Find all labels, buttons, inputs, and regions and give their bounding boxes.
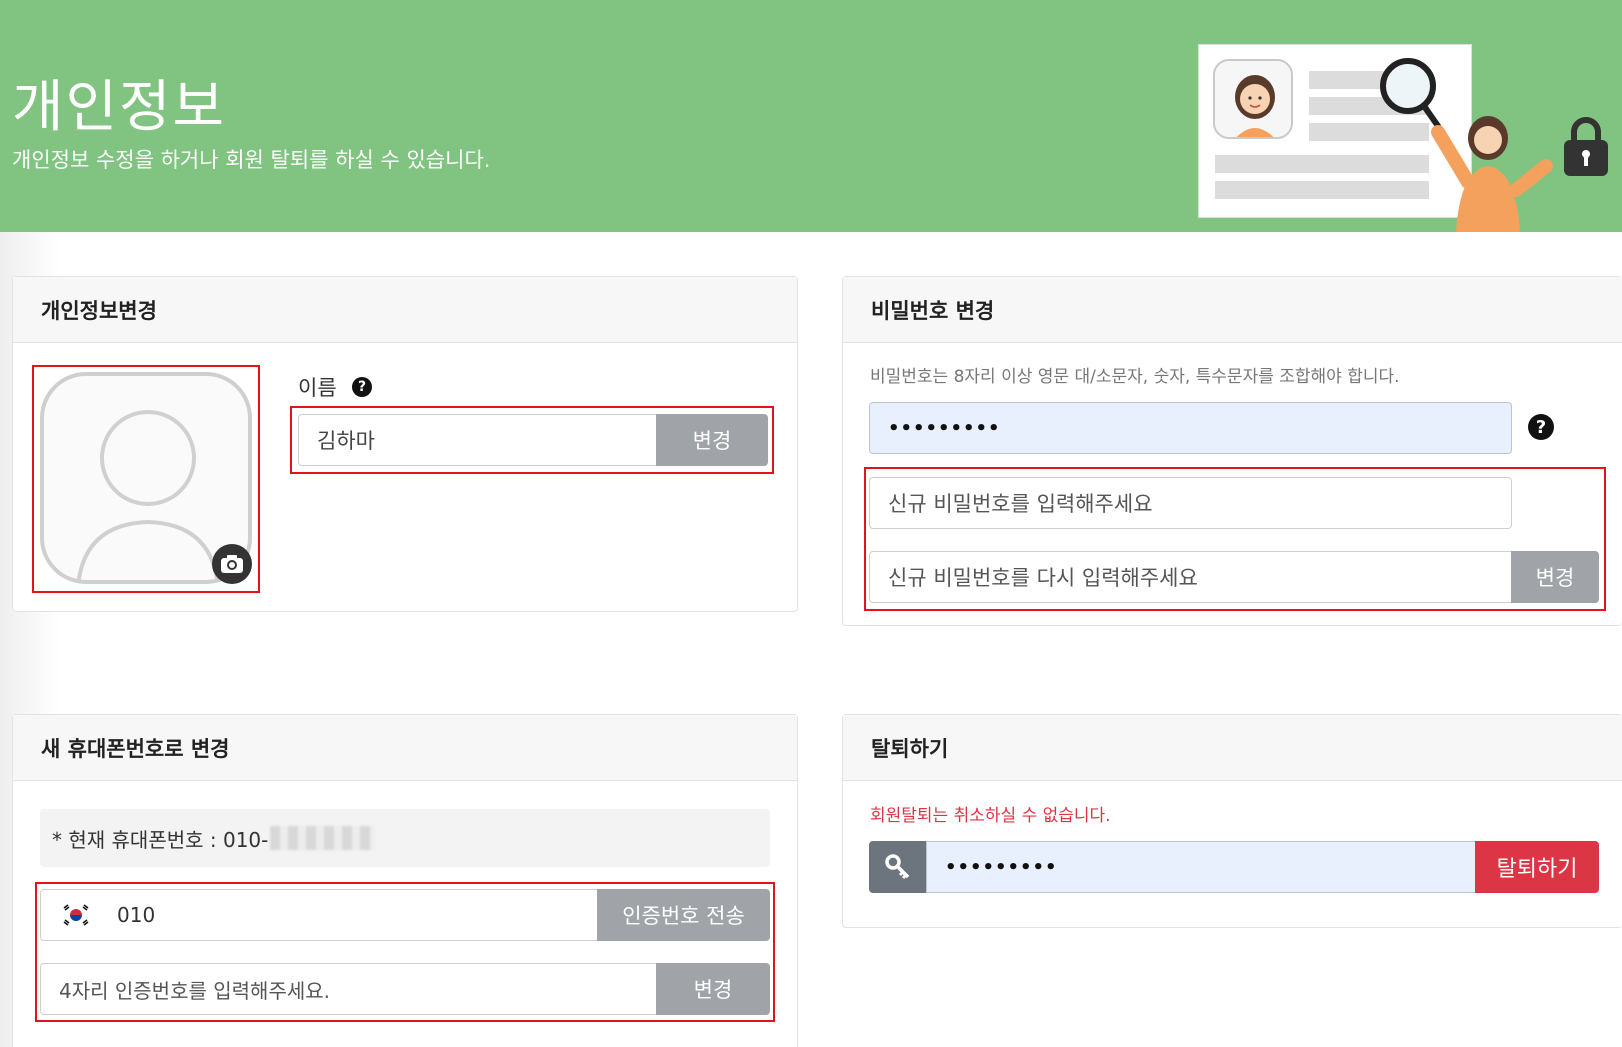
name-label: 이름 (298, 376, 337, 400)
password-panel-title: 비밀번호 변경 (843, 277, 1622, 343)
withdraw-warning: 회원탈퇴는 취소하실 수 없습니다. (870, 806, 1111, 826)
phone-input[interactable]: 010 (40, 889, 598, 941)
lock-icon (1564, 117, 1608, 176)
name-change-button[interactable]: 변경 (656, 414, 768, 466)
name-help-icon[interactable]: ? (352, 377, 372, 397)
masked-phone-number (270, 826, 375, 850)
header-illustration (1198, 42, 1622, 232)
key-icon (885, 854, 910, 880)
current-password-input[interactable]: ••••••••• (869, 402, 1512, 454)
password-change-button[interactable]: 변경 (1511, 551, 1599, 603)
withdraw-password-input[interactable]: ••••••••• (926, 841, 1476, 893)
phone-input-value: 010 (117, 903, 156, 927)
korea-flag-icon (61, 903, 91, 927)
woman-illustration (1431, 116, 1553, 232)
withdraw-button[interactable]: 탈퇴하기 (1475, 841, 1599, 893)
current-phone-box: * 현재 휴대폰번호 : 010- (40, 809, 770, 867)
page-subtitle: 개인정보 수정을 하거나 회원 탈퇴를 하실 수 있습니다. (12, 148, 491, 172)
password-help-icon[interactable]: ? (1528, 414, 1554, 440)
key-icon-box (869, 841, 927, 893)
page-title: 개인정보 (12, 75, 227, 140)
phone-change-button[interactable]: 변경 (656, 963, 770, 1015)
profile-panel-title: 개인정보변경 (13, 277, 797, 343)
password-hint: 비밀번호는 8자리 이상 영문 대/소문자, 숫자, 특수문자를 조합해야 합니… (870, 367, 1400, 387)
verification-code-input[interactable]: 4자리 인증번호를 입력해주세요. (40, 963, 658, 1015)
confirm-password-input[interactable]: 신규 비밀번호를 다시 입력해주세요 (869, 551, 1512, 603)
name-input[interactable]: 김하마 (298, 414, 658, 466)
camera-icon[interactable] (212, 544, 252, 584)
woman-avatar-illustration (1213, 59, 1293, 139)
page-header: 개인정보 개인정보 수정을 하거나 회원 탈퇴를 하실 수 있습니다. (0, 0, 1622, 232)
send-code-button[interactable]: 인증번호 전송 (597, 889, 770, 941)
new-password-input[interactable]: 신규 비밀번호를 입력해주세요 (869, 477, 1512, 529)
current-phone-label: * 현재 휴대폰번호 : 010- (52, 827, 269, 852)
phone-panel-title: 새 휴대폰번호로 변경 (13, 715, 797, 781)
withdraw-panel-title: 탈퇴하기 (843, 715, 1622, 781)
